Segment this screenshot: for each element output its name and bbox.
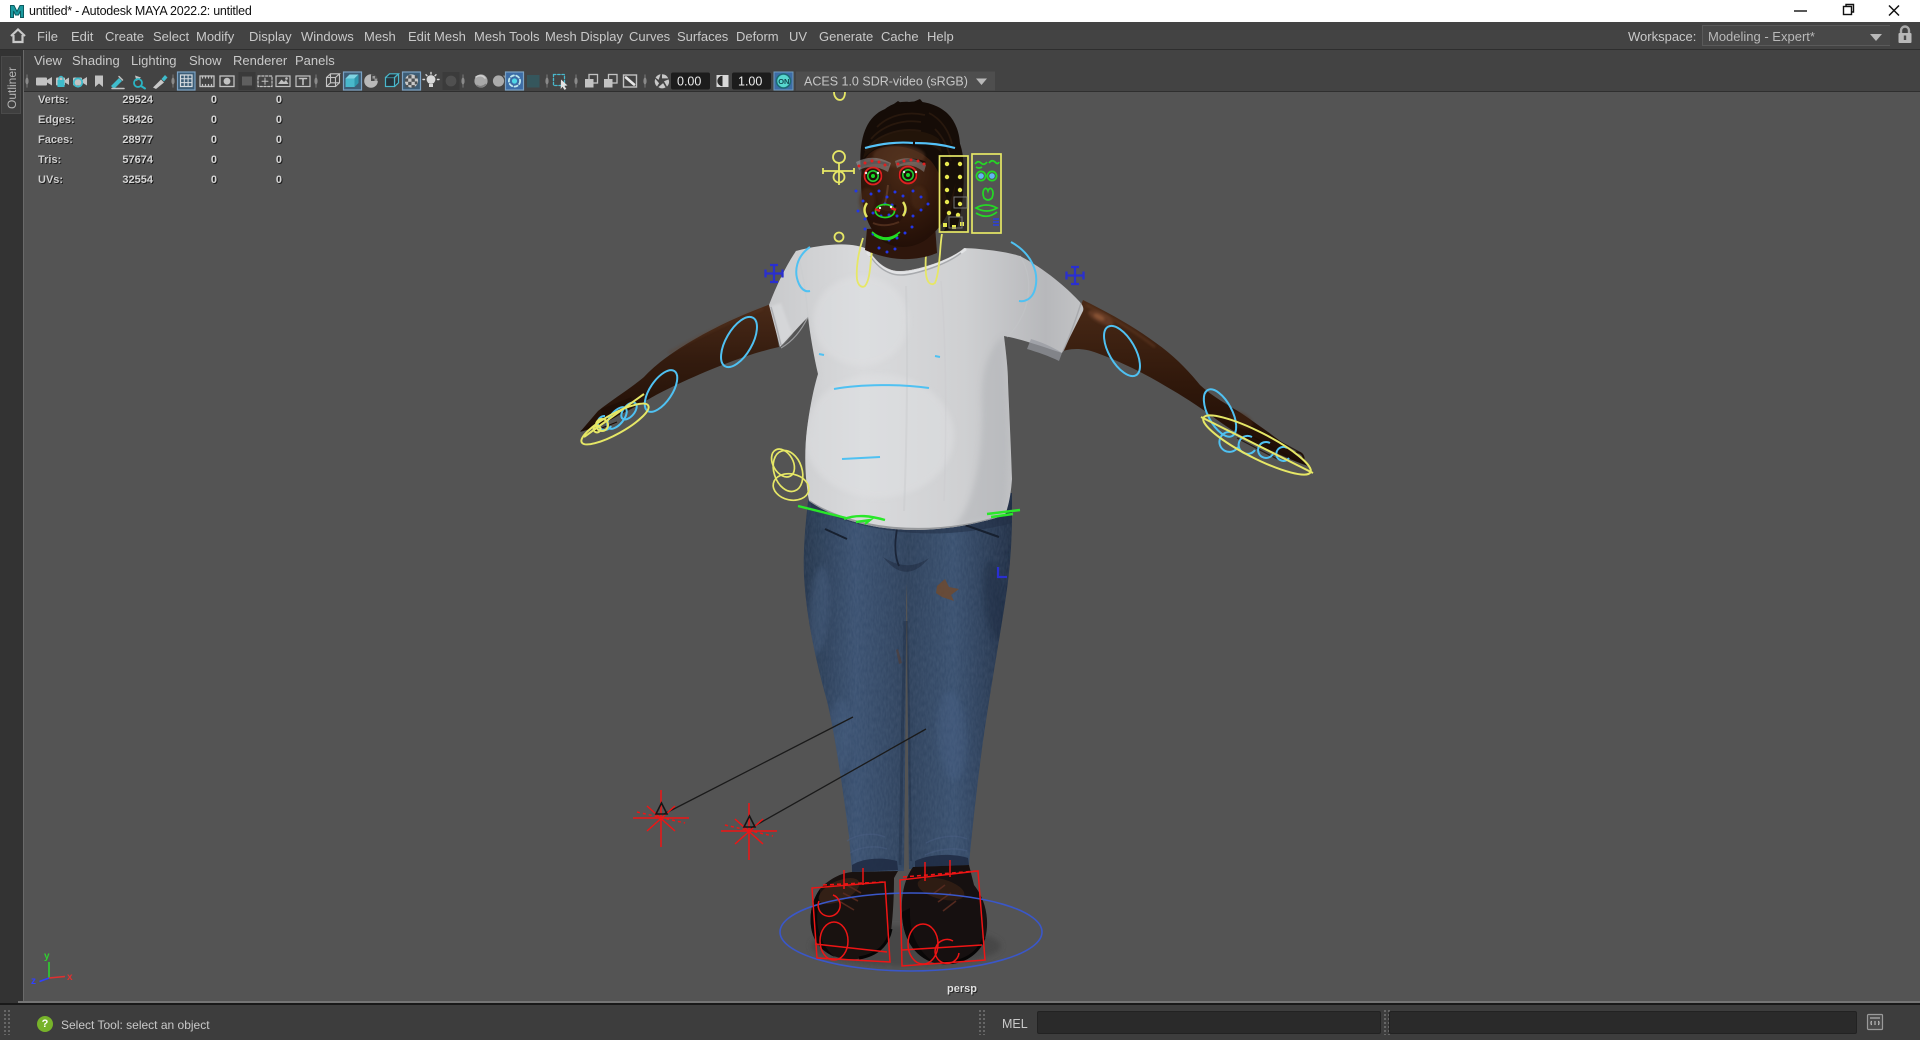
svg-text:ON: ON: [778, 77, 789, 86]
svg-text:1.00: 1.00: [738, 75, 762, 89]
svg-text:ACES 1.0 SDR-video (sRGB): ACES 1.0 SDR-video (sRGB): [804, 75, 968, 89]
svg-text:0.00: 0.00: [677, 75, 701, 89]
svg-text:x: x: [67, 972, 73, 983]
svg-text:y: y: [44, 951, 50, 962]
svg-text:z: z: [31, 976, 36, 987]
